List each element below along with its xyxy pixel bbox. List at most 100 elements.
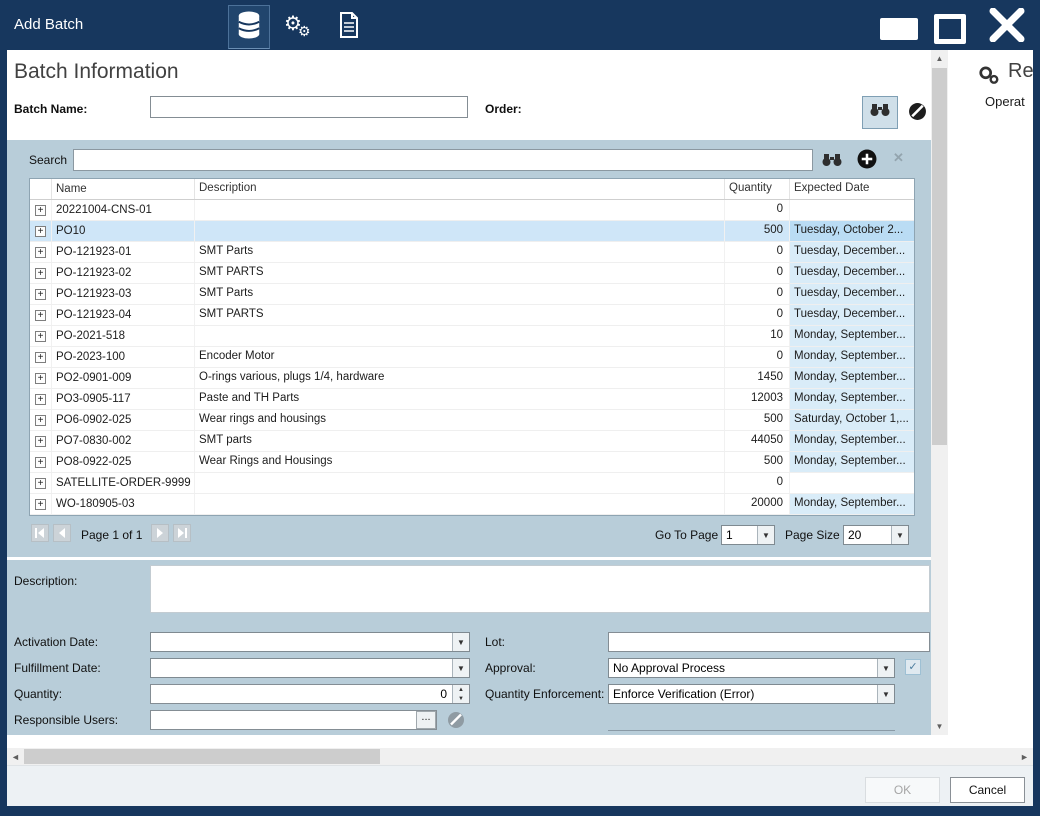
- table-row[interactable]: + PO-121923-03 SMT Parts 0 Tuesday, Dece…: [30, 284, 914, 305]
- order-find-button[interactable]: [862, 96, 898, 129]
- table-row[interactable]: + PO-2021-518 10 Monday, September...: [30, 326, 914, 347]
- table-row[interactable]: + SATELLITE-ORDER-9999 0: [30, 473, 914, 494]
- spin-up-icon[interactable]: ▲: [452, 685, 469, 694]
- chevron-down-icon[interactable]: ▼: [877, 659, 894, 677]
- table-row[interactable]: + PO10 500 Tuesday, October 2...: [30, 221, 914, 242]
- expand-icon[interactable]: +: [35, 310, 46, 321]
- vertical-scrollbar-thumb[interactable]: [932, 68, 947, 445]
- approval-check-icon[interactable]: ✓: [905, 659, 921, 675]
- row-expander[interactable]: +: [30, 347, 52, 367]
- batch-name-input[interactable]: [150, 96, 468, 118]
- header-description[interactable]: Description: [195, 179, 725, 199]
- row-expander[interactable]: +: [30, 389, 52, 409]
- expand-icon[interactable]: +: [35, 373, 46, 384]
- row-expander[interactable]: +: [30, 326, 52, 346]
- expand-icon[interactable]: +: [35, 457, 46, 468]
- row-expander[interactable]: +: [30, 284, 52, 304]
- expand-icon[interactable]: +: [35, 226, 46, 237]
- chevron-down-icon[interactable]: ▼: [452, 659, 469, 677]
- header-name[interactable]: Name: [52, 179, 195, 199]
- prev-page-button[interactable]: [53, 524, 71, 542]
- table-row[interactable]: + PO7-0830-002 SMT parts 44050 Monday, S…: [30, 431, 914, 452]
- row-expander[interactable]: +: [30, 410, 52, 430]
- table-row[interactable]: + PO6-0902-025 Wear rings and housings 5…: [30, 410, 914, 431]
- order-clear-button[interactable]: [908, 102, 927, 126]
- row-expander[interactable]: +: [30, 431, 52, 451]
- expand-icon[interactable]: +: [35, 247, 46, 258]
- vertical-scrollbar[interactable]: ▲ ▼: [931, 50, 948, 735]
- minimize-button[interactable]: [880, 18, 918, 40]
- expand-icon[interactable]: +: [35, 415, 46, 426]
- cell-name: WO-180905-03: [52, 494, 195, 514]
- table-row[interactable]: + PO8-0922-025 Wear Rings and Housings 5…: [30, 452, 914, 473]
- search-button[interactable]: [821, 153, 843, 172]
- scroll-right-icon[interactable]: ►: [1016, 748, 1033, 765]
- search-input[interactable]: [73, 149, 813, 171]
- responsible-users-clear-button[interactable]: [447, 711, 465, 734]
- expand-icon[interactable]: +: [35, 205, 46, 216]
- row-expander[interactable]: +: [30, 200, 52, 220]
- row-expander[interactable]: +: [30, 305, 52, 325]
- activation-date-picker[interactable]: ▼: [150, 632, 470, 652]
- chevron-down-icon[interactable]: ▼: [757, 526, 774, 544]
- row-expander[interactable]: +: [30, 368, 52, 388]
- scroll-left-icon[interactable]: ◄: [7, 748, 24, 765]
- cancel-button[interactable]: Cancel: [950, 777, 1025, 803]
- horizontal-scrollbar[interactable]: ◄ ►: [7, 748, 1033, 765]
- chevron-down-icon[interactable]: ▼: [891, 526, 908, 544]
- table-row[interactable]: + PO-121923-02 SMT PARTS 0 Tuesday, Dece…: [30, 263, 914, 284]
- batch-tool-button[interactable]: [228, 5, 270, 49]
- cell-quantity: 500: [725, 221, 790, 241]
- first-page-button[interactable]: [31, 524, 49, 542]
- document-tool-button[interactable]: [328, 5, 370, 49]
- description-input[interactable]: [150, 565, 930, 613]
- table-row[interactable]: + PO-121923-04 SMT PARTS 0 Tuesday, Dece…: [30, 305, 914, 326]
- settings-tool-button[interactable]: ⚙⚙: [278, 5, 320, 49]
- row-expander[interactable]: +: [30, 242, 52, 262]
- table-row[interactable]: + PO3-0905-117 Paste and TH Parts 12003 …: [30, 389, 914, 410]
- row-expander[interactable]: +: [30, 473, 52, 493]
- row-expander[interactable]: +: [30, 494, 52, 514]
- row-expander[interactable]: +: [30, 263, 52, 283]
- responsible-users-browse-button[interactable]: ...: [416, 711, 436, 729]
- page-size-select[interactable]: 20 ▼: [843, 525, 909, 545]
- scroll-up-icon[interactable]: ▲: [931, 50, 948, 67]
- header-quantity[interactable]: Quantity: [725, 179, 790, 199]
- expand-icon[interactable]: +: [35, 289, 46, 300]
- expand-icon[interactable]: +: [35, 352, 46, 363]
- quantity-enforcement-select[interactable]: Enforce Verification (Error) ▼: [608, 684, 895, 704]
- goto-page-select[interactable]: 1 ▼: [721, 525, 775, 545]
- fulfillment-date-picker[interactable]: ▼: [150, 658, 470, 678]
- remove-order-button[interactable]: ✕: [893, 150, 904, 166]
- quantity-input[interactable]: [150, 684, 470, 704]
- table-row[interactable]: + PO-2023-100 Encoder Motor 0 Monday, Se…: [30, 347, 914, 368]
- table-row[interactable]: + PO2-0901-009 O-rings various, plugs 1/…: [30, 368, 914, 389]
- chevron-down-icon[interactable]: ▼: [452, 633, 469, 651]
- scroll-down-icon[interactable]: ▼: [931, 718, 948, 735]
- responsible-users-input[interactable]: [150, 710, 437, 730]
- next-page-button[interactable]: [151, 524, 169, 542]
- row-expander[interactable]: +: [30, 221, 52, 241]
- chevron-down-icon[interactable]: ▼: [877, 685, 894, 703]
- expand-icon[interactable]: +: [35, 436, 46, 447]
- lot-input[interactable]: [608, 632, 930, 652]
- ok-button[interactable]: OK: [865, 777, 940, 803]
- approval-select[interactable]: No Approval Process ▼: [608, 658, 895, 678]
- expand-icon[interactable]: +: [35, 394, 46, 405]
- last-page-button[interactable]: [173, 524, 191, 542]
- table-row[interactable]: + 20221004-CNS-01 0: [30, 200, 914, 221]
- maximize-button[interactable]: [934, 14, 966, 44]
- expand-icon[interactable]: +: [35, 478, 46, 489]
- close-button[interactable]: [986, 8, 1028, 46]
- expand-icon[interactable]: +: [35, 331, 46, 342]
- spin-down-icon[interactable]: ▼: [452, 694, 469, 703]
- table-row[interactable]: + WO-180905-03 20000 Monday, September..…: [30, 494, 914, 515]
- header-expected-date[interactable]: Expected Date: [790, 179, 915, 199]
- row-expander[interactable]: +: [30, 452, 52, 472]
- expand-icon[interactable]: +: [35, 499, 46, 510]
- table-row[interactable]: + PO-121923-01 SMT Parts 0 Tuesday, Dece…: [30, 242, 914, 263]
- horizontal-scrollbar-thumb[interactable]: [24, 749, 380, 764]
- quantity-enforcement-label: Quantity Enforcement:: [485, 687, 604, 701]
- expand-icon[interactable]: +: [35, 268, 46, 279]
- add-order-button[interactable]: [857, 149, 877, 174]
